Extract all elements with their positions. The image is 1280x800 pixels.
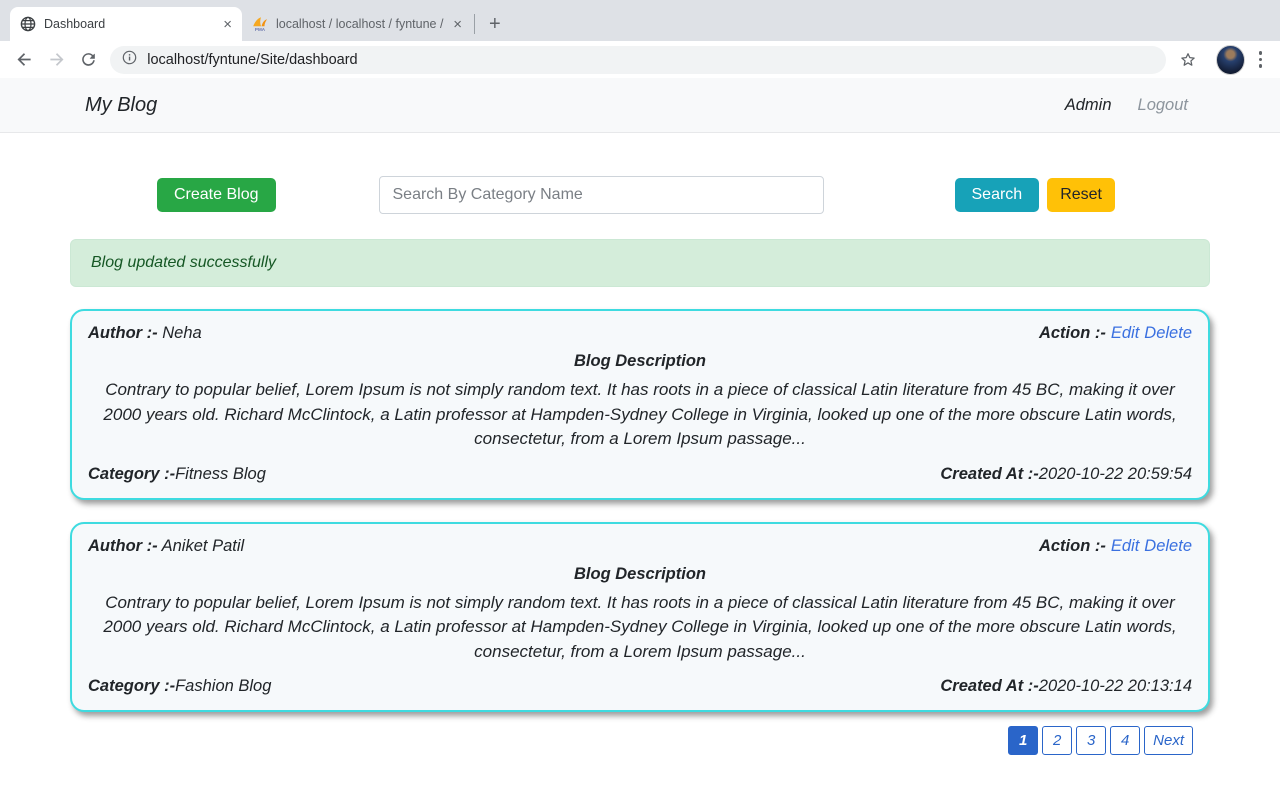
category-value: Fashion Blog (175, 677, 271, 695)
search-button[interactable]: Search (955, 178, 1040, 212)
close-tab-icon[interactable]: × (453, 17, 462, 32)
author-field: Author :- Neha (88, 324, 202, 343)
tab-separator (474, 14, 475, 34)
nav-link-admin[interactable]: Admin (1065, 96, 1112, 115)
globe-icon (20, 16, 36, 32)
category-label: Category :- (88, 465, 175, 483)
blog-card: Author :- Aniket Patil Action :- Edit Dele… (70, 522, 1210, 713)
page-1[interactable]: 1 (1008, 726, 1038, 755)
blog-description-text: Contrary to popular belief, Lorem Ipsum … (88, 591, 1192, 665)
page-4[interactable]: 4 (1110, 726, 1140, 755)
category-field: Category :-Fitness Blog (88, 465, 266, 484)
created-at-label: Created At :- (940, 677, 1038, 695)
blog-description-title: Blog Description (88, 565, 1192, 584)
reset-button[interactable]: Reset (1047, 178, 1115, 212)
author-value: Neha (158, 324, 202, 342)
tab-phpmyadmin[interactable]: PMA localhost / localhost / fyntune / × (242, 7, 472, 41)
delete-link[interactable]: Delete (1144, 324, 1192, 342)
close-tab-icon[interactable]: × (223, 17, 232, 32)
profile-avatar[interactable] (1216, 45, 1244, 75)
forward-icon[interactable] (42, 45, 70, 75)
created-field: Created At :-2020-10-22 20:59:54 (940, 465, 1192, 484)
search-input[interactable] (379, 176, 824, 214)
address-bar[interactable]: localhost/fyntune/Site/dashboard (110, 46, 1166, 74)
controls-row: Create Blog Search Reset (0, 176, 1280, 214)
created-at-label: Created At :- (940, 465, 1038, 483)
phpmyadmin-icon: PMA (252, 16, 268, 32)
tab-title: Dashboard (44, 17, 217, 31)
blog-description-title: Blog Description (88, 352, 1192, 371)
reload-icon[interactable] (74, 45, 102, 75)
category-label: Category :- (88, 677, 175, 695)
created-at-value: 2020-10-22 20:59:54 (1039, 465, 1192, 483)
author-field: Author :- Aniket Patil (88, 537, 244, 556)
site-brand[interactable]: My Blog (85, 94, 157, 117)
back-icon[interactable] (10, 45, 38, 75)
category-value: Fitness Blog (175, 465, 266, 483)
browser-toolbar: localhost/fyntune/Site/dashboard (0, 41, 1280, 78)
info-icon[interactable] (122, 50, 137, 70)
pagination: 1 2 3 4 Next (0, 726, 1193, 755)
site-navbar: My Blog Admin Logout (0, 78, 1280, 133)
action-label: Action :- (1039, 324, 1106, 342)
edit-link[interactable]: Edit (1111, 324, 1139, 342)
action-label: Action :- (1039, 537, 1106, 555)
delete-link[interactable]: Delete (1144, 537, 1192, 555)
author-label: Author :- (88, 324, 158, 342)
page-3[interactable]: 3 (1076, 726, 1106, 755)
create-blog-button[interactable]: Create Blog (157, 178, 276, 212)
created-field: Created At :-2020-10-22 20:13:14 (940, 677, 1192, 696)
tab-title: localhost / localhost / fyntune / (276, 17, 447, 31)
author-label: Author :- (88, 537, 158, 555)
blog-description-text: Contrary to popular belief, Lorem Ipsum … (88, 378, 1192, 452)
tab-dashboard[interactable]: Dashboard × (10, 7, 242, 41)
browser-tab-strip: Dashboard × PMA localhost / localhost / … (0, 0, 1280, 41)
action-field: Action :- Edit Delete (1039, 537, 1192, 556)
success-alert: Blog updated successfully (70, 239, 1210, 287)
nav-link-logout[interactable]: Logout (1138, 96, 1188, 115)
category-field: Category :-Fashion Blog (88, 677, 271, 696)
alert-message: Blog updated successfully (91, 254, 276, 272)
action-field: Action :- Edit Delete (1039, 324, 1192, 343)
url-text: localhost/fyntune/Site/dashboard (147, 52, 357, 68)
browser-menu-icon[interactable] (1259, 51, 1263, 68)
edit-link[interactable]: Edit (1111, 537, 1139, 555)
page-next[interactable]: Next (1144, 726, 1193, 755)
page-2[interactable]: 2 (1042, 726, 1072, 755)
blog-card: Author :- Neha Action :- Edit Delete Blog … (70, 309, 1210, 500)
created-at-value: 2020-10-22 20:13:14 (1039, 677, 1192, 695)
new-tab-button[interactable]: + (481, 13, 509, 36)
bookmark-star-icon[interactable] (1174, 45, 1202, 75)
svg-text:PMA: PMA (255, 27, 266, 32)
author-value: Aniket Patil (158, 537, 245, 555)
